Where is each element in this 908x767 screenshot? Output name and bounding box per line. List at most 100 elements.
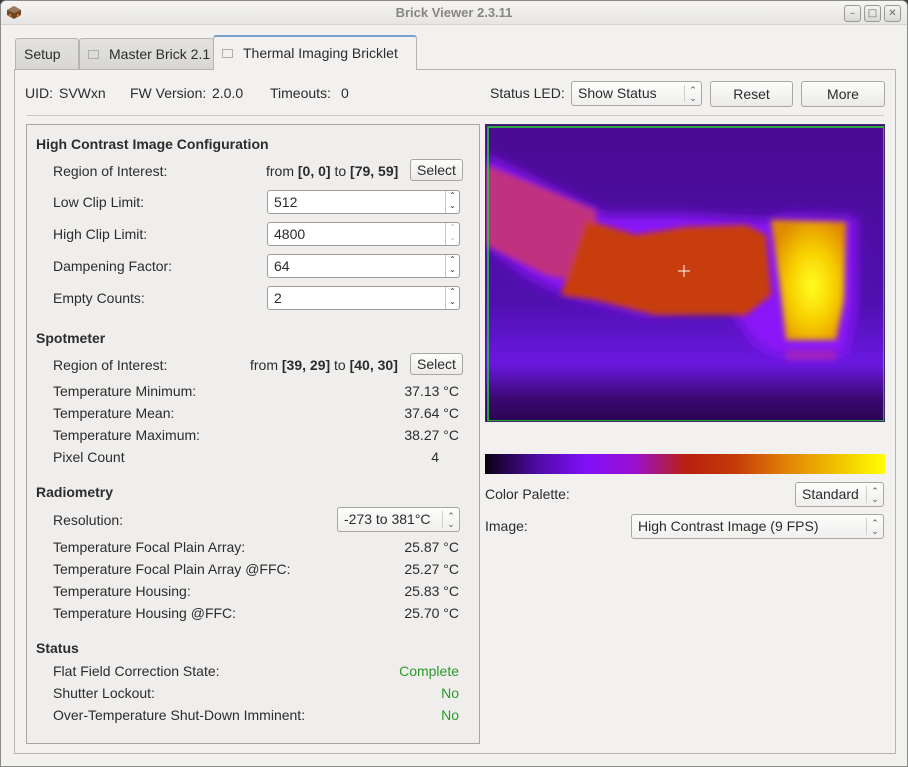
roi-to: [79, 59] (350, 163, 399, 179)
spin-up-icon[interactable]: ⌃ (446, 255, 459, 265)
low-clip-value: 512 (274, 194, 298, 210)
image-mode-value: High Contrast Image (9 FPS) (638, 518, 819, 534)
close-button[interactable]: ✕ (884, 5, 901, 22)
spin-buttons[interactable]: ⌃ ⌄ (445, 191, 459, 213)
tab-thermal-label: Thermal Imaging Bricklet (243, 45, 398, 61)
shutter-lockout-value: No (441, 685, 459, 701)
hc-roi-select-button[interactable]: Select (410, 159, 463, 181)
spotmeter-heading: Spotmeter (36, 330, 106, 346)
radiometry-row-value: 25.87 °C (404, 539, 459, 555)
spot-roi-select-button[interactable]: Select (410, 353, 463, 375)
spin-buttons[interactable]: ⌃ ⌄ (445, 287, 459, 309)
radiometry-row-label: Temperature Focal Plain Array: (53, 539, 246, 555)
image-mode-label: Image: (485, 518, 528, 534)
title-bar: Brick Viewer 2.3.11 – □ ✕ (1, 1, 907, 25)
overtemp-value: No (441, 707, 459, 723)
updown-arrow-icon: ⌃ ⌄ (866, 486, 883, 504)
tab-content: UID: SVWxn FW Version: 2.0.0 Timeouts: 0… (14, 69, 896, 754)
thermal-image (486, 125, 884, 421)
spin-down-icon[interactable]: ⌄ (446, 265, 459, 275)
low-clip-input[interactable]: 512 ⌃ ⌄ (267, 190, 460, 214)
status-row-label: Shutter Lockout: (53, 685, 155, 701)
empty-counts-value: 2 (274, 290, 282, 306)
spot-roi-value: from [39, 29] to [40, 30] (250, 357, 398, 373)
color-palette-bar (485, 454, 885, 474)
empty-counts-input[interactable]: 2 ⌃ ⌄ (267, 286, 460, 310)
radiometry-row-value: 25.83 °C (404, 583, 459, 599)
roi-to: [40, 30] (349, 357, 398, 373)
timeouts-label: Timeouts: (270, 85, 331, 101)
ffc-state-value: Complete (399, 663, 459, 679)
spin-buttons[interactable]: ⌃ ⌄ (445, 223, 459, 245)
status-led-select[interactable]: Show Status ⌃ ⌄ (571, 81, 702, 106)
roi-to-text: to (334, 163, 347, 179)
settings-panel: High Contrast Image Configuration Region… (26, 124, 480, 744)
radiometry-row-label: Temperature Housing @FFC: (53, 605, 237, 621)
spot-row-label: Temperature Maximum: (53, 427, 201, 443)
reset-button[interactable]: Reset (710, 81, 793, 107)
thermal-image-view[interactable] (485, 124, 885, 422)
main-window: Brick Viewer 2.3.11 – □ ✕ Setup Master B… (0, 0, 908, 767)
divider (27, 115, 884, 116)
spot-row-label: Pixel Count (53, 449, 125, 465)
fw-version-label: FW Version: (130, 85, 207, 101)
status-led-label: Status LED: (490, 85, 565, 101)
timeouts-value: 0 (341, 85, 349, 101)
status-row-label: Flat Field Correction State: (53, 663, 220, 679)
tab-setup-label: Setup (24, 46, 61, 62)
detach-icon[interactable] (222, 48, 233, 58)
dampening-input[interactable]: 64 ⌃ ⌄ (267, 254, 460, 278)
image-mode-select[interactable]: High Contrast Image (9 FPS) ⌃ ⌄ (631, 514, 884, 539)
spin-up-icon[interactable]: ⌃ (446, 191, 459, 201)
empty-counts-label: Empty Counts: (53, 290, 145, 306)
radiometry-row-value: 25.70 °C (404, 605, 459, 621)
radiometry-heading: Radiometry (36, 484, 114, 500)
roi-from-text: from (266, 163, 294, 179)
updown-arrow-icon: ⌃ ⌄ (442, 511, 459, 529)
spin-down-icon[interactable]: ⌄ (446, 297, 459, 307)
roi-from-text: from (250, 357, 278, 373)
color-palette-value: Standard (802, 486, 859, 502)
hc-roi-value: from [0, 0] to [79, 59] (266, 163, 398, 179)
high-clip-input[interactable]: 4800 ⌃ ⌄ (267, 222, 460, 246)
updown-arrow-icon: ⌃ ⌄ (684, 85, 701, 103)
spin-up-icon[interactable]: ⌃ (446, 287, 459, 297)
minimize-button[interactable]: – (844, 5, 861, 22)
spot-row-value: 37.13 °C (404, 383, 459, 399)
spot-row-value: 4 (431, 449, 439, 465)
spot-row-label: Temperature Mean: (53, 405, 175, 421)
status-heading: Status (36, 640, 79, 656)
more-button[interactable]: More (801, 81, 885, 107)
spin-up-icon[interactable]: ⌃ (446, 223, 459, 233)
resolution-label: Resolution: (53, 512, 124, 528)
dampening-label: Dampening Factor: (53, 258, 173, 274)
high-contrast-heading: High Contrast Image Configuration (36, 136, 269, 152)
resolution-select[interactable]: -273 to 381°C ⌃ ⌄ (337, 507, 460, 532)
dampening-value: 64 (274, 258, 290, 274)
radiometry-row-label: Temperature Focal Plain Array @FFC: (53, 561, 291, 577)
uid-value: SVWxn (59, 85, 106, 101)
radiometry-row-label: Temperature Housing: (53, 583, 191, 599)
hc-roi-label: Region of Interest: (53, 163, 168, 179)
spot-row-value: 37.64 °C (404, 405, 459, 421)
color-palette-label: Color Palette: (485, 486, 570, 502)
tab-master-brick[interactable]: Master Brick 2.1 (79, 38, 214, 69)
high-clip-value: 4800 (274, 226, 306, 242)
roi-from: [0, 0] (297, 163, 331, 179)
roi-to-text: to (334, 357, 346, 373)
uid-label: UID: (25, 85, 53, 101)
spin-down-icon[interactable]: ⌄ (446, 233, 459, 243)
spin-down-icon[interactable]: ⌄ (446, 201, 459, 211)
tab-setup[interactable]: Setup (15, 38, 79, 69)
spot-row-label: Temperature Minimum: (53, 383, 197, 399)
color-palette-select[interactable]: Standard ⌃ ⌄ (795, 482, 884, 507)
tab-thermal-imaging[interactable]: Thermal Imaging Bricklet (213, 35, 417, 70)
palette-gradient (485, 454, 885, 474)
low-clip-label: Low Clip Limit: (53, 194, 145, 210)
spin-buttons[interactable]: ⌃ ⌄ (445, 255, 459, 277)
tab-master-label: Master Brick 2.1 (109, 46, 211, 62)
roi-from: [39, 29] (281, 357, 331, 373)
spot-roi-label: Region of Interest: (53, 357, 168, 373)
maximize-button[interactable]: □ (864, 5, 881, 22)
detach-icon[interactable] (88, 49, 99, 59)
